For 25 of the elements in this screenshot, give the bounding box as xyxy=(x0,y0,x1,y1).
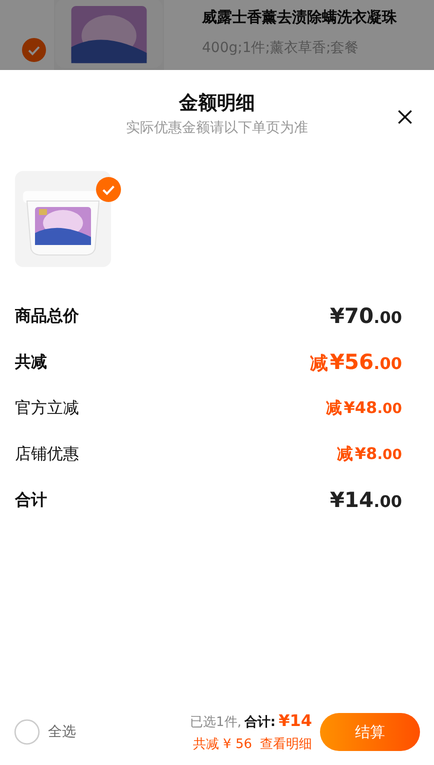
check-icon[interactable] xyxy=(22,38,46,62)
savings-text: 共减 ¥ 56 xyxy=(192,736,252,753)
row-label: 合计 xyxy=(15,490,47,510)
radio-icon[interactable] xyxy=(14,719,40,745)
check-icon[interactable] xyxy=(96,177,121,202)
row-label: 共减 xyxy=(15,352,47,372)
close-icon[interactable] xyxy=(396,108,414,126)
selected-count: 已选1件, xyxy=(190,714,242,731)
sheet-title: 金额明细 xyxy=(179,91,255,116)
total-value: ¥14 xyxy=(278,711,312,730)
amount-value: ¥14.00 xyxy=(330,488,402,512)
select-all-label[interactable]: 全选 xyxy=(48,723,76,741)
row-label: 商品总价 xyxy=(15,306,79,326)
product-spec[interactable]: 400g;1件;薰衣草香;套餐 xyxy=(202,38,397,56)
total-label: 合计: xyxy=(244,714,276,731)
checkout-button[interactable]: 结算 xyxy=(320,713,420,751)
amount-value: ¥70.00 xyxy=(330,304,402,328)
product-title: 威露士香薰去渍除螨洗衣凝珠 xyxy=(202,8,397,26)
details-link[interactable]: 查看明细 xyxy=(260,735,312,753)
row-label: 店铺优惠 xyxy=(15,444,79,464)
amount-value: 减¥48.00 xyxy=(326,398,402,418)
amount-value: 减¥8.00 xyxy=(336,444,402,464)
amount-value: 减¥56.00 xyxy=(310,350,402,374)
row-label: 官方立减 xyxy=(15,398,79,418)
sheet-subtitle: 实际优惠金额请以下单页为准 xyxy=(126,119,308,137)
